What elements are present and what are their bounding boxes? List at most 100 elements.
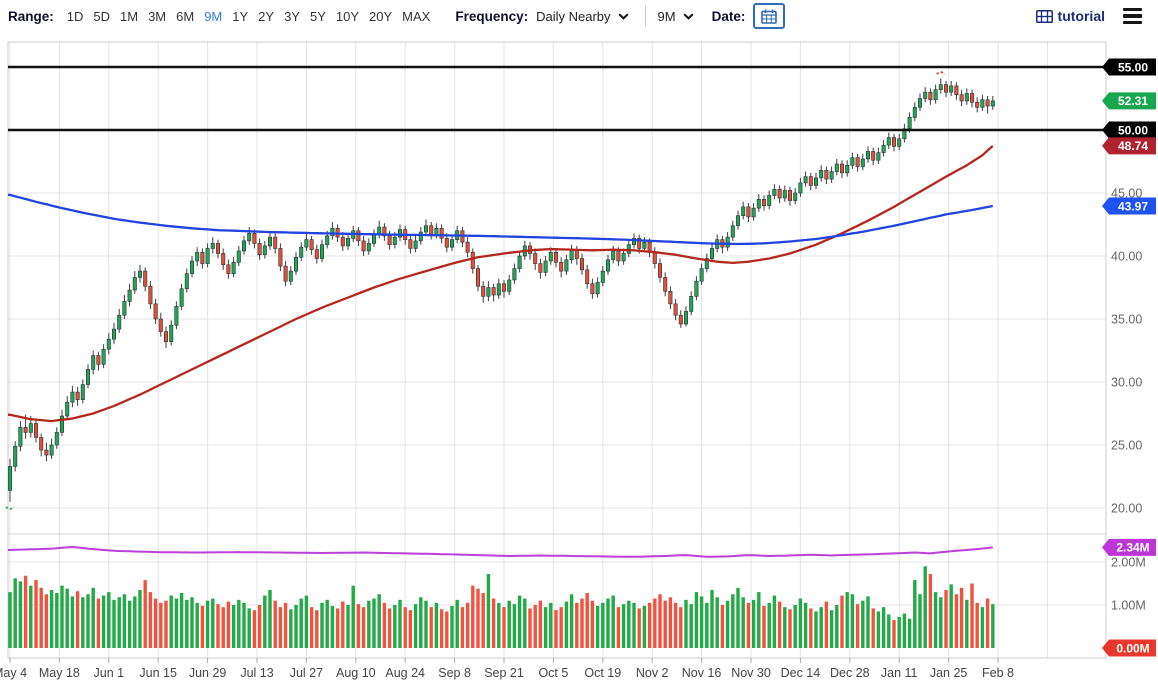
volume-bar xyxy=(341,602,344,648)
candle-body xyxy=(258,243,261,254)
volume-bar xyxy=(55,593,58,648)
volume-bar xyxy=(45,594,48,648)
candle-body xyxy=(92,356,95,370)
frequency-value: Daily Nearby xyxy=(536,9,610,24)
period-value: 9M xyxy=(658,9,676,24)
candle-body xyxy=(742,207,745,216)
volume-bar xyxy=(492,599,495,648)
candle-body xyxy=(674,304,677,315)
range-option-1d[interactable]: 1D xyxy=(67,9,84,24)
range-option-1y[interactable]: 1Y xyxy=(232,9,248,24)
volume-bar xyxy=(388,608,391,648)
volume-bar xyxy=(825,602,828,648)
candle-body xyxy=(315,250,318,259)
volume-bar xyxy=(684,600,687,648)
range-option-2y[interactable]: 2Y xyxy=(258,9,274,24)
volume-bar xyxy=(991,604,994,648)
range-option-9m[interactable]: 9M xyxy=(204,9,222,24)
x-axis-label: Jun 15 xyxy=(139,666,177,680)
volume-bar xyxy=(118,597,121,648)
candle-body xyxy=(357,231,360,241)
volume-bar xyxy=(102,596,105,648)
volume-bar xyxy=(653,599,656,648)
volume-bar xyxy=(523,599,526,648)
period-select[interactable]: 9M xyxy=(658,9,694,24)
volume-bar xyxy=(144,580,147,648)
candle-body xyxy=(409,240,412,249)
volume-bar xyxy=(149,592,152,648)
volume-bar xyxy=(674,603,677,648)
candle-body xyxy=(487,288,490,297)
candle-body xyxy=(133,277,136,290)
range-option-1m[interactable]: 1M xyxy=(120,9,138,24)
candle-body xyxy=(695,281,698,296)
price-chart[interactable]: 45.0040.0035.0030.0025.0020.002.00M1.00M… xyxy=(0,32,1158,695)
range-option-3y[interactable]: 3Y xyxy=(284,9,300,24)
x-axis-label: Aug 24 xyxy=(385,666,425,680)
chart-plot-area[interactable] xyxy=(8,42,1106,658)
candle-body xyxy=(232,262,235,273)
hamburger-menu-button[interactable] xyxy=(1121,3,1144,29)
candle-body xyxy=(825,170,828,179)
range-option-10y[interactable]: 10Y xyxy=(336,9,359,24)
volume-bar xyxy=(721,605,724,648)
volume-bar xyxy=(929,574,932,648)
candle-body xyxy=(726,237,729,247)
x-axis-label: Jan 25 xyxy=(930,666,968,680)
candle-body xyxy=(840,164,843,173)
volume-bar xyxy=(716,597,719,648)
tutorial-link[interactable]: tutorial xyxy=(1036,8,1105,24)
candle-body xyxy=(440,228,443,238)
range-option-3m[interactable]: 3M xyxy=(148,9,166,24)
candle-body xyxy=(752,208,755,217)
volume-bar xyxy=(206,601,209,648)
volume-bar xyxy=(658,594,661,648)
candle-body xyxy=(934,90,937,100)
candle-body xyxy=(175,306,178,325)
candle-body xyxy=(237,251,240,262)
volume-bar xyxy=(835,605,838,648)
candle-body xyxy=(149,286,152,304)
date-picker-button[interactable] xyxy=(753,3,785,29)
candle-body xyxy=(466,242,469,252)
candle-body xyxy=(471,252,474,268)
volume-bar xyxy=(164,601,167,648)
range-option-5y[interactable]: 5Y xyxy=(310,9,326,24)
volume-bar xyxy=(419,597,422,648)
volume-bar xyxy=(482,593,485,648)
price-tag-text: 50.00 xyxy=(1118,123,1148,137)
volume-bar xyxy=(393,605,396,648)
candle-body xyxy=(196,252,199,261)
candle-body xyxy=(253,233,256,243)
volume-bar xyxy=(81,597,84,648)
volume-bar xyxy=(14,578,17,648)
range-options: 1D 5D 1M 3M 6M 9M 1Y 2Y 3Y 5Y 10Y 20Y MAX xyxy=(62,9,436,24)
volume-bar xyxy=(575,603,578,648)
volume-bar xyxy=(378,594,381,648)
volume-bar xyxy=(237,600,240,648)
volume-bar xyxy=(726,601,729,648)
volume-bar xyxy=(190,597,193,648)
candle-body xyxy=(268,237,271,246)
volume-bar xyxy=(903,614,906,648)
volume-bar xyxy=(627,601,630,648)
range-option-5d[interactable]: 5D xyxy=(93,9,110,24)
volume-tag-text: 0.00M xyxy=(1116,641,1149,655)
candle-body xyxy=(804,177,807,183)
volume-bar xyxy=(882,607,885,648)
range-option-6m[interactable]: 6M xyxy=(176,9,194,24)
range-option-max[interactable]: MAX xyxy=(402,9,430,24)
volume-bar xyxy=(76,591,79,648)
frequency-select[interactable]: Daily Nearby xyxy=(536,9,628,24)
volume-bar xyxy=(586,593,589,648)
candle-body xyxy=(60,416,63,432)
candle-body xyxy=(81,385,84,400)
volume-bar xyxy=(986,599,989,648)
candle-body xyxy=(55,432,58,445)
volume-bar xyxy=(851,594,854,648)
toolbar-divider xyxy=(645,5,646,27)
candle-body xyxy=(960,95,963,101)
range-option-20y[interactable]: 20Y xyxy=(369,9,392,24)
volume-bar xyxy=(357,604,360,648)
volume-bar xyxy=(534,605,537,648)
